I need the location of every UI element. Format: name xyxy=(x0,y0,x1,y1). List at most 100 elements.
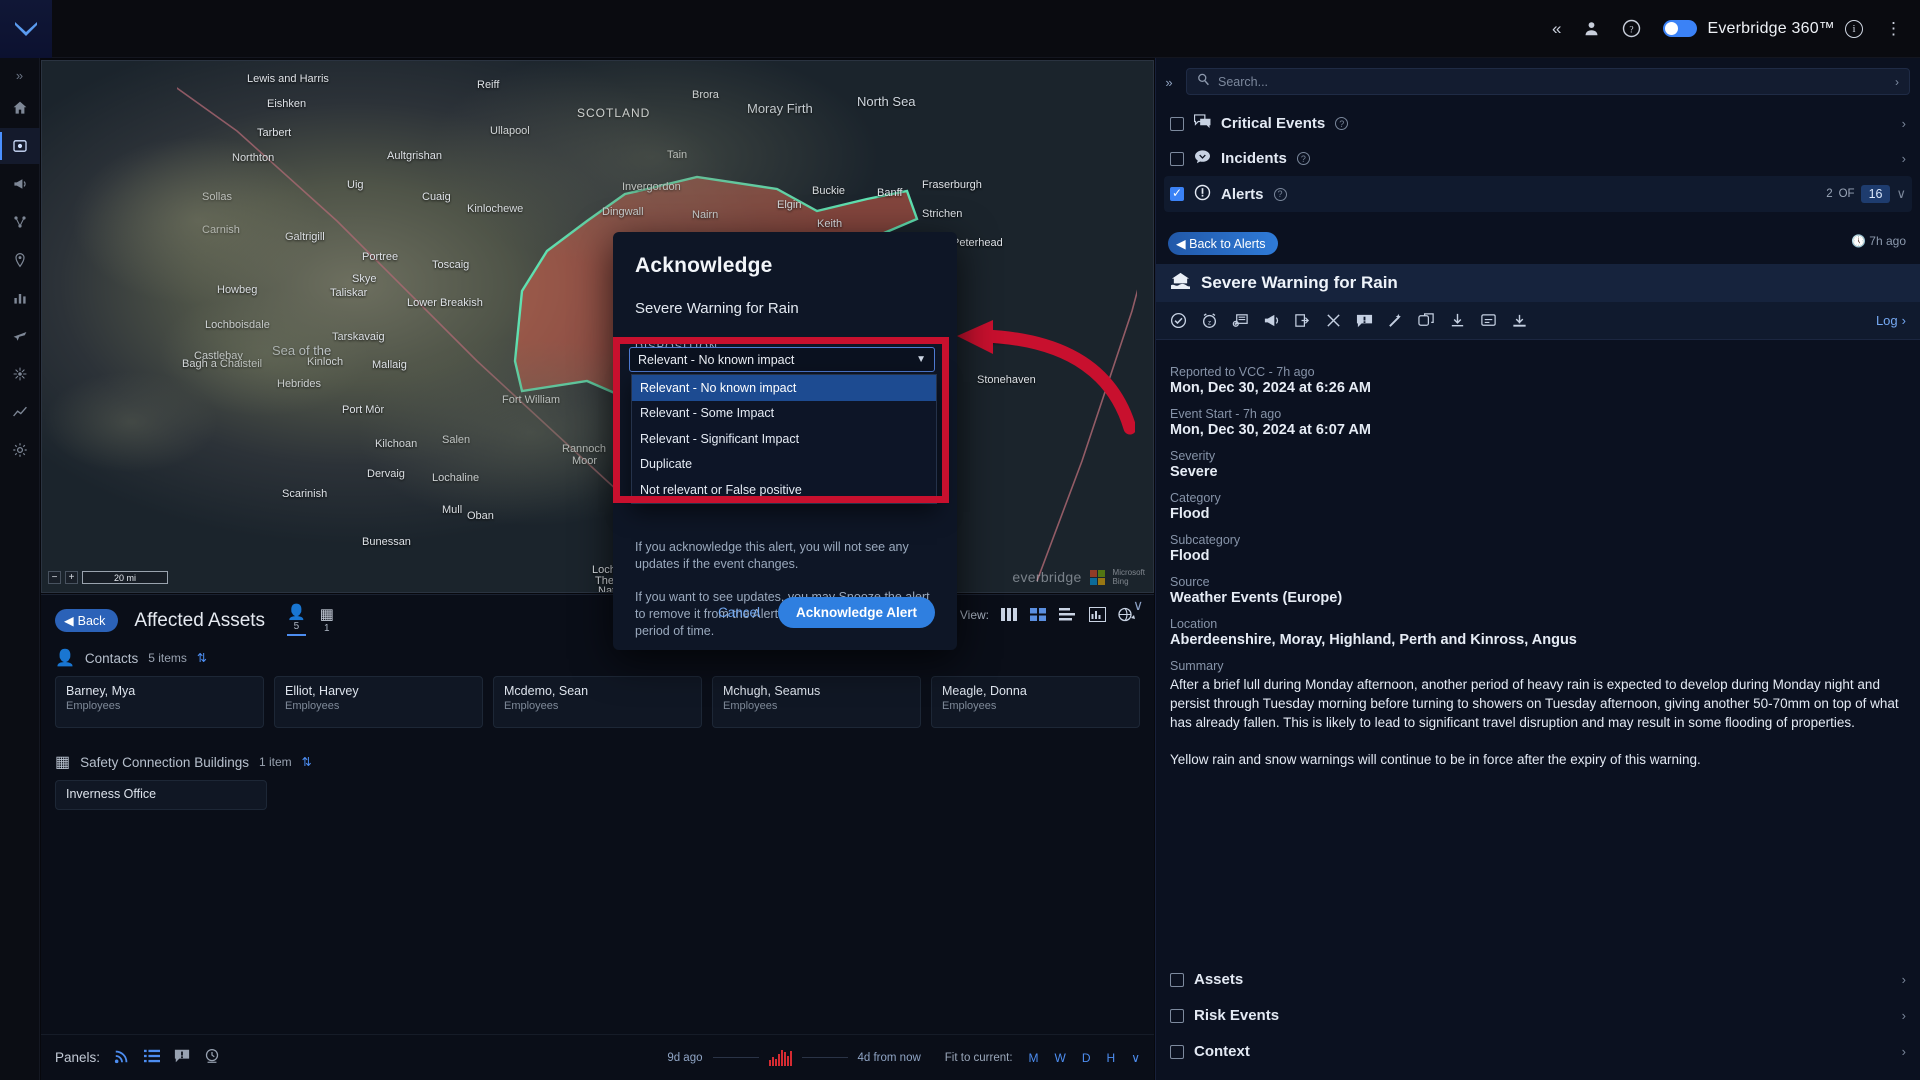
sidebar-item-travel[interactable] xyxy=(0,318,40,354)
sidebar-item-home[interactable] xyxy=(0,90,40,126)
table-chart-icon[interactable] xyxy=(1089,607,1106,622)
timeline-track-left[interactable] xyxy=(712,1057,759,1058)
info-icon-alerts[interactable]: ? xyxy=(1273,187,1287,201)
expand-incidents-icon[interactable]: › xyxy=(1902,151,1906,166)
disposition-option[interactable]: Not relevant or False positive xyxy=(632,477,936,503)
sidebar-item-situational-awareness[interactable] xyxy=(0,128,40,164)
map-label: SCOTLAND xyxy=(577,106,651,120)
fit-option-d[interactable]: D xyxy=(1082,1051,1091,1065)
info-icon-incidents[interactable]: ? xyxy=(1296,152,1310,165)
share-exit-icon[interactable] xyxy=(1294,312,1311,329)
disposition-option[interactable]: Relevant - Significant Impact xyxy=(632,426,936,452)
label-assets: Assets xyxy=(1194,971,1244,988)
sidebar-item-settings[interactable] xyxy=(0,432,40,468)
checkbox-assets[interactable] xyxy=(1170,972,1184,987)
sidebar-item-reports[interactable] xyxy=(0,280,40,316)
map-scale-bar: 20 mi xyxy=(82,571,168,584)
sidebar-item-crisis[interactable] xyxy=(0,204,40,240)
expand-assets-icon[interactable]: › xyxy=(1902,972,1906,987)
checkbox-incidents[interactable] xyxy=(1170,151,1184,166)
building-card[interactable]: Inverness Office xyxy=(55,780,267,810)
note-icon[interactable] xyxy=(1232,312,1249,329)
section-context[interactable]: Context › xyxy=(1164,1034,1912,1069)
history-clock-icon[interactable] xyxy=(204,1048,220,1068)
info-icon-critical-events[interactable]: ? xyxy=(1335,117,1349,130)
alert-bubble-icon[interactable] xyxy=(174,1048,190,1068)
contact-card[interactable]: Mchugh, Seamus Employees xyxy=(712,676,921,728)
contact-card[interactable]: Elliot, Harvey Employees xyxy=(274,676,483,728)
checkbox-context[interactable] xyxy=(1170,1044,1184,1059)
sidebar-item-integrations[interactable] xyxy=(0,356,40,392)
timeline-track-right[interactable] xyxy=(801,1057,848,1058)
map-canvas[interactable]: 👤 Lewis and HarrisReiffBroraMoray FirthN… xyxy=(41,60,1154,593)
expand-context-icon[interactable]: › xyxy=(1902,1044,1906,1059)
collapse-alerts-icon[interactable]: ∨ xyxy=(1896,186,1906,202)
fit-option-m[interactable]: M xyxy=(1029,1051,1039,1065)
checkbox-critical-events[interactable] xyxy=(1170,116,1184,131)
columns-view-icon[interactable] xyxy=(1001,608,1018,621)
user-account-icon[interactable] xyxy=(1583,20,1600,37)
sidebar-item-analytics[interactable] xyxy=(0,394,40,430)
expand-critical-events-icon[interactable]: › xyxy=(1902,116,1906,131)
section-critical-events[interactable]: Critical Events ? › xyxy=(1164,106,1912,141)
search-expand-icon[interactable]: › xyxy=(1895,75,1899,89)
contact-card[interactable]: Mcdemo, Sean Employees xyxy=(493,676,702,728)
section-risk-events[interactable]: Risk Events › xyxy=(1164,998,1912,1033)
brand-toggle[interactable] xyxy=(1663,20,1698,37)
contacts-sort-icon[interactable]: ⇅ xyxy=(197,651,207,665)
map-zoom-in-button[interactable]: + xyxy=(65,571,78,584)
acknowledge-alert-button[interactable]: Acknowledge Alert xyxy=(777,597,935,628)
list-icon[interactable] xyxy=(144,1048,161,1068)
cancel-button[interactable]: Cancel xyxy=(718,605,760,620)
expand-risk-events-icon[interactable]: › xyxy=(1902,1008,1906,1023)
search-input[interactable]: Search... › xyxy=(1186,68,1910,95)
info-circle-icon[interactable]: i xyxy=(1845,19,1863,38)
contact-card[interactable]: Meagle, Donna Employees xyxy=(931,676,1140,728)
disposition-option[interactable]: Relevant - No known impact xyxy=(632,375,936,401)
fit-option-h[interactable]: H xyxy=(1107,1051,1116,1065)
download-arrow-icon[interactable] xyxy=(1449,312,1466,329)
disposition-option[interactable]: Duplicate xyxy=(632,452,936,478)
kebab-menu-icon[interactable]: ⋮ xyxy=(1885,20,1902,37)
assets-back-button[interactable]: ◀ Back xyxy=(55,609,119,632)
timeline-activity-bars[interactable] xyxy=(768,1049,792,1066)
checkbox-risk-events[interactable] xyxy=(1170,1008,1184,1023)
comment-alert-icon[interactable] xyxy=(1356,312,1373,329)
snooze-alarm-icon[interactable]: z xyxy=(1201,312,1218,329)
link-share-icon[interactable] xyxy=(1418,312,1435,329)
sidebar-item-notifications[interactable] xyxy=(0,166,40,202)
assets-collapse-icon[interactable]: ∨ xyxy=(1133,597,1143,614)
fit-option-w[interactable]: W xyxy=(1055,1051,1066,1065)
section-assets[interactable]: Assets › xyxy=(1164,962,1912,997)
alerts-count-total[interactable]: 16 xyxy=(1860,185,1891,203)
app-logo[interactable] xyxy=(0,0,52,58)
export-icon[interactable] xyxy=(1511,312,1528,329)
contact-card[interactable]: Barney, Mya Employees xyxy=(55,676,264,728)
merge-icon[interactable] xyxy=(1325,312,1342,329)
grid-view-icon[interactable] xyxy=(1030,608,1047,621)
checkbox-alerts[interactable] xyxy=(1170,186,1184,201)
map-zoom-out-button[interactable]: − xyxy=(48,571,61,584)
collapse-panel-icon[interactable]: « xyxy=(1552,20,1561,37)
section-alerts[interactable]: Alerts ? 2 OF 16 ∨ xyxy=(1164,176,1912,212)
fit-chevron-down-icon[interactable]: ∨ xyxy=(1131,1051,1140,1065)
rail-expand-icon[interactable]: » xyxy=(0,62,40,88)
disposition-option[interactable]: Relevant - Some Impact xyxy=(632,401,936,427)
sidebar-item-locations[interactable] xyxy=(0,242,40,278)
right-panel-collapse-icon[interactable]: » xyxy=(1160,70,1178,94)
tab-contacts[interactable]: 👤 5 xyxy=(287,605,306,636)
buildings-sort-icon[interactable]: ⇅ xyxy=(302,755,312,769)
disposition-select[interactable]: Relevant - No known impact ▼ xyxy=(629,347,935,372)
acknowledge-check-icon[interactable] xyxy=(1170,312,1187,329)
megaphone-icon[interactable] xyxy=(1263,312,1280,329)
list-view-icon[interactable] xyxy=(1059,608,1077,621)
wand-icon[interactable] xyxy=(1387,312,1404,329)
back-to-alerts-button[interactable]: ◀ Back to Alerts xyxy=(1168,232,1278,255)
assign-icon[interactable] xyxy=(1480,312,1497,329)
tab-buildings[interactable]: ▦ 1 xyxy=(320,607,334,636)
rss-feed-icon[interactable] xyxy=(114,1048,130,1068)
disposition-options-list[interactable]: Relevant - No known impact Relevant - Som… xyxy=(631,374,937,504)
log-link[interactable]: Log › xyxy=(1876,313,1906,328)
section-incidents[interactable]: Incidents ? › xyxy=(1164,141,1912,176)
help-icon[interactable]: ? xyxy=(1622,19,1641,38)
